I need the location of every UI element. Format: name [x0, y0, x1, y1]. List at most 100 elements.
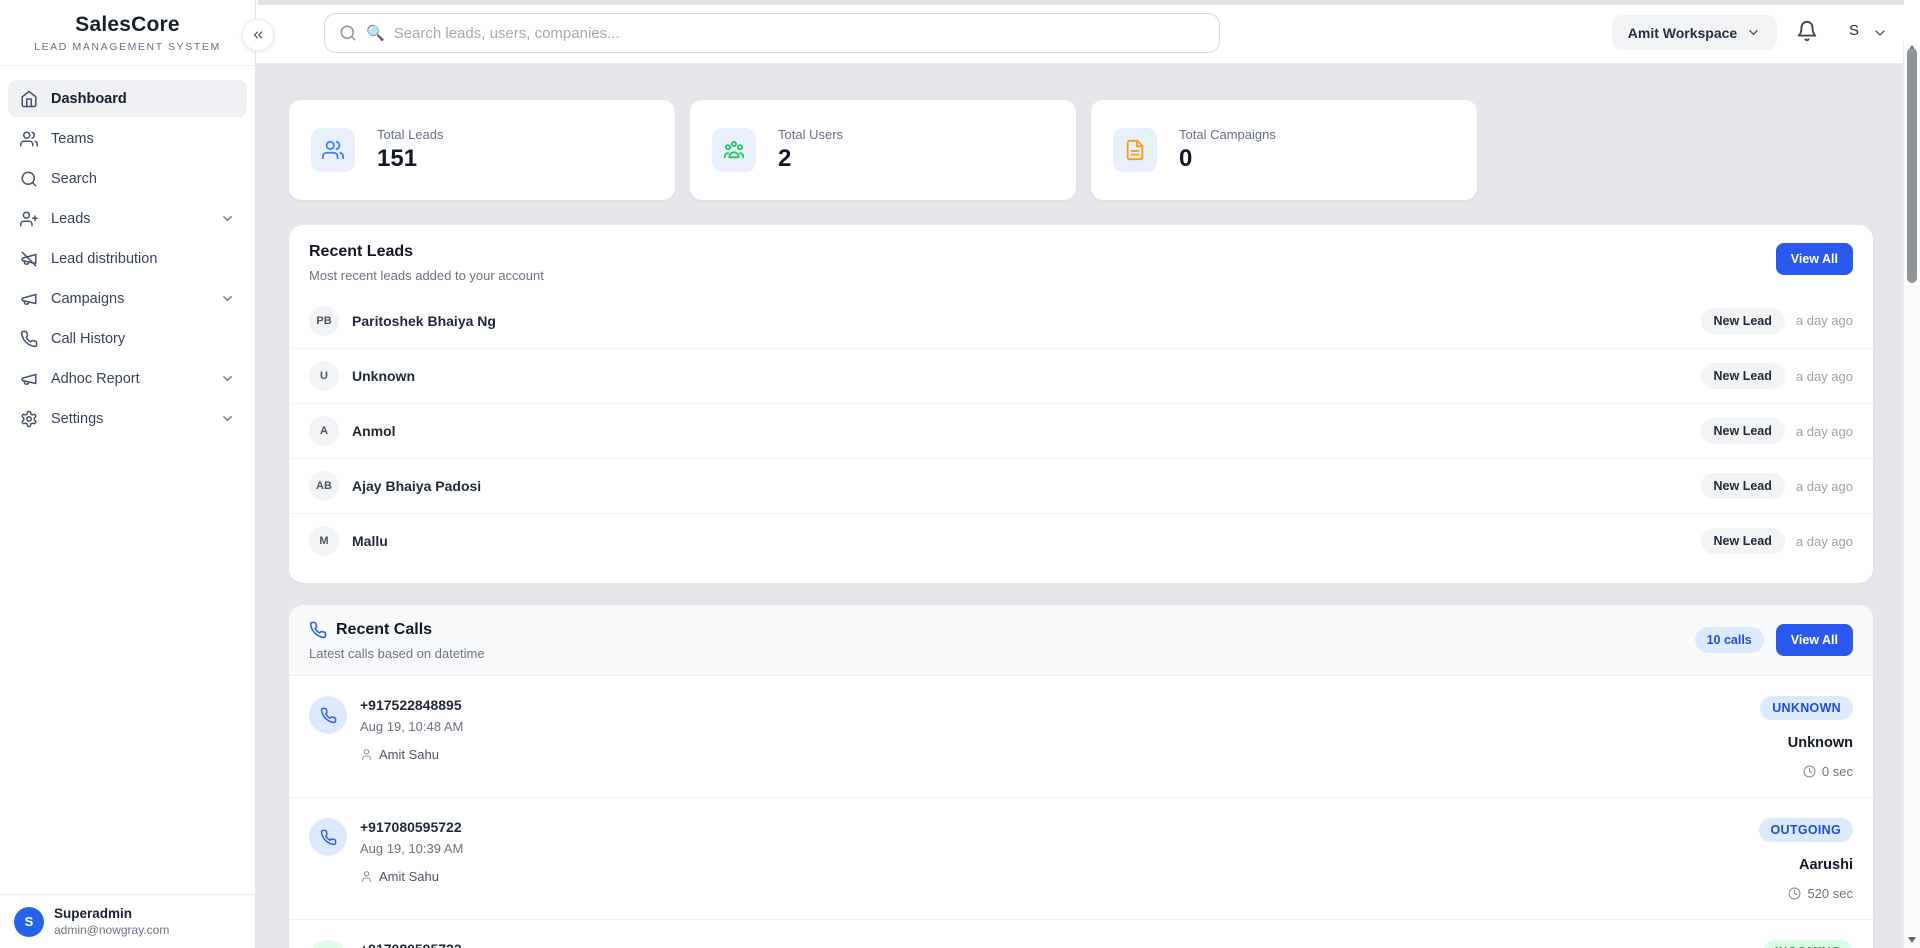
lead-status-badge: New Lead — [1701, 418, 1785, 444]
gear-icon — [20, 410, 38, 428]
phone-icon — [309, 621, 327, 639]
lead-row[interactable]: M Mallu New Lead a day ago — [289, 513, 1873, 568]
user-menu-initial[interactable]: S — [1849, 22, 1859, 39]
stats-row: Total Leads 151 Total Users 2 Total Camp… — [289, 100, 1873, 200]
sidebar-item-label: Adhoc Report — [51, 371, 140, 387]
users-group-icon — [723, 139, 745, 161]
search-icon — [20, 170, 38, 188]
call-contact: Aarushi — [1799, 857, 1853, 873]
chevron-down-icon — [220, 411, 235, 426]
call-number: +917080595722 — [360, 940, 462, 948]
lead-time: a day ago — [1796, 479, 1853, 494]
recent-calls-card: Recent Calls Latest calls based on datet… — [289, 605, 1873, 948]
sidebar-collapse-button[interactable] — [242, 19, 274, 51]
lead-row[interactable]: AB Ajay Bhaiya Padosi New Lead a day ago — [289, 458, 1873, 513]
sidebar-item[interactable]: Settings — [8, 400, 247, 437]
call-datetime: Aug 19, 10:39 AM — [360, 841, 463, 856]
sidebar-item-label: Settings — [51, 411, 103, 427]
recent-calls-subtitle: Latest calls based on datetime — [309, 646, 485, 661]
recent-leads-title: Recent Leads — [309, 243, 544, 261]
call-number: +917522848895 — [360, 696, 463, 715]
lead-name: Anmol — [352, 423, 396, 439]
profile-name: Superadmin — [54, 906, 169, 921]
sidebar: SalesCore LEAD MANAGEMENT SYSTEM Dashboa… — [0, 0, 256, 948]
users-icon — [322, 139, 344, 161]
phone-icon — [320, 707, 337, 724]
sidebar-item[interactable]: Campaigns — [8, 280, 247, 317]
stat-card: Total Campaigns 0 — [1091, 100, 1477, 200]
chevrons-left-icon — [251, 28, 265, 42]
call-contact: Unknown — [1788, 735, 1853, 751]
lead-time: a day ago — [1796, 369, 1853, 384]
app-tagline: LEAD MANAGEMENT SYSTEM — [10, 41, 245, 53]
sidebar-item-label: Campaigns — [51, 291, 124, 307]
sidebar-item-label: Lead distribution — [51, 251, 157, 267]
call-row[interactable]: +917080595722 Aug 19, 10:3 INCOMING — [289, 919, 1873, 948]
recent-leads-list: PB Paritoshek Bhaiya Ng New Lead a day a… — [289, 293, 1873, 568]
stat-label: Total Leads — [377, 127, 444, 142]
notifications-button[interactable] — [1796, 20, 1818, 42]
view-all-calls-button[interactable]: View All — [1776, 624, 1853, 656]
sidebar-item-label: Teams — [51, 131, 94, 147]
chevron-down-icon — [220, 371, 235, 386]
lead-status-badge: New Lead — [1701, 528, 1785, 554]
sidebar-item[interactable]: Lead distribution — [8, 240, 247, 277]
top-edge-strip — [258, 0, 1904, 5]
home-icon — [20, 90, 38, 108]
clock-icon — [1803, 765, 1816, 778]
avatar: S — [14, 907, 44, 937]
call-row[interactable]: +917522848895 Aug 19, 10:48 AM Amit Sahu… — [289, 676, 1873, 797]
view-all-leads-button[interactable]: View All — [1776, 243, 1853, 275]
workspace-selector[interactable]: Amit Workspace — [1612, 15, 1777, 50]
lead-avatar: M — [309, 526, 339, 556]
sidebar-item-label: Dashboard — [51, 91, 127, 107]
sidebar-item[interactable]: Search — [8, 160, 247, 197]
clock-icon — [1788, 887, 1801, 900]
lead-status-badge: New Lead — [1701, 363, 1785, 389]
user-icon — [360, 870, 373, 883]
lead-avatar: A — [309, 416, 339, 446]
lead-avatar: U — [309, 361, 339, 391]
recent-leads-header: Recent Leads Most recent leads added to … — [289, 225, 1873, 293]
call-datetime: Aug 19, 10:48 AM — [360, 719, 463, 734]
app-name: SalesCore — [10, 13, 245, 37]
lead-row[interactable]: PB Paritoshek Bhaiya Ng New Lead a day a… — [289, 293, 1873, 348]
scrollbar-thumb[interactable] — [1907, 48, 1917, 283]
sidebar-item-label: Search — [51, 171, 97, 187]
recent-calls-list: +917522848895 Aug 19, 10:48 AM Amit Sahu… — [289, 676, 1873, 948]
vertical-scrollbar — [1903, 40, 1920, 948]
lead-name: Mallu — [352, 533, 388, 549]
stat-value: 151 — [377, 145, 444, 173]
stat-value: 2 — [778, 145, 843, 173]
lead-status-badge: New Lead — [1701, 308, 1785, 334]
sidebar-item[interactable]: Adhoc Report — [8, 360, 247, 397]
sidebar-item[interactable]: Leads — [8, 200, 247, 237]
user-icon — [360, 748, 373, 761]
file-text-icon — [1124, 139, 1146, 161]
call-row[interactable]: +917080595722 Aug 19, 10:39 AM Amit Sahu… — [289, 797, 1873, 919]
calls-count-badge: 10 calls — [1695, 627, 1764, 653]
lead-avatar: PB — [309, 306, 339, 336]
lead-time: a day ago — [1796, 424, 1853, 439]
sidebar-item[interactable]: Call History — [8, 320, 247, 357]
global-search[interactable]: 🔍 — [324, 13, 1220, 53]
scrollbar-down-arrow[interactable] — [1908, 937, 1916, 943]
recent-leads-subtitle: Most recent leads added to your account — [309, 268, 544, 283]
lead-row[interactable]: U Unknown New Lead a day ago — [289, 348, 1873, 403]
user-plus-icon — [20, 210, 38, 228]
sidebar-item[interactable]: Teams — [8, 120, 247, 157]
sidebar-nav: Dashboard Teams Search Leads Lead distri… — [0, 66, 255, 894]
recent-leads-card: Recent Leads Most recent leads added to … — [289, 225, 1873, 583]
chevron-down-icon — [1746, 25, 1761, 40]
search-input[interactable] — [394, 25, 1205, 42]
lead-row[interactable]: A Anmol New Lead a day ago — [289, 403, 1873, 458]
lead-avatar: AB — [309, 471, 339, 501]
profile-email: admin@nowgray.com — [54, 923, 169, 937]
call-agent: Amit Sahu — [360, 747, 463, 762]
sidebar-profile[interactable]: S Superadmin admin@nowgray.com — [0, 894, 255, 948]
workspace-label: Amit Workspace — [1628, 25, 1737, 41]
lead-status-badge: New Lead — [1701, 473, 1785, 499]
sidebar-item[interactable]: Dashboard — [8, 80, 247, 117]
stat-value: 0 — [1179, 145, 1276, 173]
user-menu-chevron[interactable] — [1872, 25, 1888, 41]
